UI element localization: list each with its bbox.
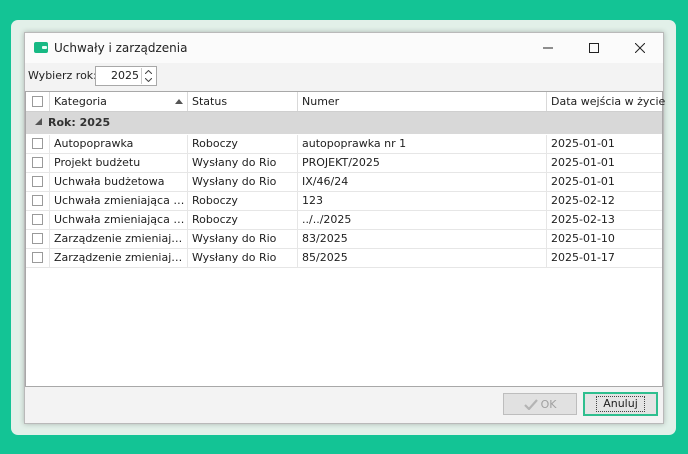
column-header-data[interactable]: Data wejścia w życie <box>547 92 666 111</box>
checkmark-icon <box>523 398 538 410</box>
row-checkbox[interactable] <box>32 252 43 263</box>
cell-numer: autopoprawka nr 1 <box>298 135 547 154</box>
column-header-kategoria[interactable]: Kategoria <box>50 92 188 111</box>
cell-select <box>26 173 50 192</box>
cell-numer: IX/46/24 <box>298 173 547 192</box>
cell-numer: 85/2025 <box>298 249 547 268</box>
documents-grid: Kategoria Status Numer Data wejścia w ży… <box>25 91 666 387</box>
cell-numer: PROJEKT/2025 <box>298 154 547 173</box>
table-row[interactable]: Uchwała zmieniająca budżetRoboczy../../2… <box>26 211 662 230</box>
select-all-cell <box>26 92 50 111</box>
cell-status: Wysłany do Rio <box>188 249 298 268</box>
chevron-down-icon <box>145 78 152 82</box>
select-all-checkbox[interactable] <box>32 96 43 107</box>
cell-status: Wysłany do Rio <box>188 230 298 249</box>
cell-status: Wysłany do Rio <box>188 154 298 173</box>
cell-select <box>26 192 50 211</box>
column-header-status[interactable]: Status <box>188 92 298 111</box>
cell-kategoria: Autopoprawka <box>50 135 188 154</box>
close-button[interactable] <box>617 33 663 63</box>
cell-status: Roboczy <box>188 135 298 154</box>
ok-button[interactable]: OK <box>503 393 577 415</box>
title-bar: Uchwały i zarządzenia <box>25 33 663 63</box>
column-label-status: Status <box>192 95 228 108</box>
column-header-numer[interactable]: Numer <box>298 92 547 111</box>
spinner-buttons <box>141 68 155 84</box>
cell-data: 2025-01-10 <box>551 232 615 245</box>
cell-select <box>26 154 50 173</box>
column-label-kategoria: Kategoria <box>54 95 107 108</box>
cell-status: Roboczy <box>188 211 298 230</box>
table-row[interactable]: Projekt budżetu Wysłany do Rio PROJEKT/202… <box>26 154 662 173</box>
group-label: Rok: 2025 <box>48 116 111 129</box>
cell-data: 2025-02-12 <box>551 194 615 207</box>
cell-numer: 83/2025 <box>298 230 547 249</box>
cell-data: 2025-01-17 <box>551 251 615 264</box>
year-value[interactable]: 2025 <box>111 69 139 82</box>
cancel-button[interactable]: Anuluj <box>583 392 658 416</box>
cell-kategoria: Zarządzenie zmieniające budżet <box>50 230 188 249</box>
column-label-numer: Numer <box>302 95 340 108</box>
cell-data: 2025-01-01 <box>551 175 615 188</box>
cell-kategoria: Zarządzenie zmieniające budżet <box>50 249 188 268</box>
cell-numer: 123 <box>298 192 547 211</box>
app-icon <box>34 42 48 53</box>
year-spinner[interactable]: 2025 <box>95 66 157 86</box>
cell-kategoria: Uchwała zmieniająca budżet <box>50 192 188 211</box>
collapse-triangle-icon[interactable] <box>35 118 42 125</box>
cell-kategoria: Uchwała budżetowa <box>50 173 188 192</box>
group-row-year[interactable]: Rok: 2025 <box>26 112 662 134</box>
minimize-icon <box>543 47 553 49</box>
chevron-up-icon <box>145 70 152 74</box>
row-checkbox[interactable] <box>32 214 43 225</box>
grid-header: Kategoria Status Numer Data wejścia w ży… <box>26 92 666 112</box>
dialog-window: Uchwały i zarządzenia Wybierz rok: 2025 <box>24 32 666 424</box>
table-row[interactable]: Uchwała budżetowa Wysłany do Rio IX/46/24 2… <box>26 173 662 192</box>
cell-status: Wysłany do Rio <box>188 173 298 192</box>
year-label: Wybierz rok: <box>28 69 97 82</box>
cell-select <box>26 211 50 230</box>
cell-select <box>26 135 50 154</box>
window-title: Uchwały i zarządzenia <box>54 41 188 55</box>
table-row[interactable]: Autopoprawka Roboczy autopoprawka nr 1 2025… <box>26 135 662 154</box>
cell-data: 2025-01-01 <box>551 156 615 169</box>
cell-status: Roboczy <box>188 192 298 211</box>
row-checkbox[interactable] <box>32 195 43 206</box>
row-checkbox[interactable] <box>32 176 43 187</box>
table-row[interactable]: Zarządzenie zmieniające budżetWysłany do… <box>26 249 662 268</box>
year-decrement-button[interactable] <box>142 76 155 84</box>
minimize-button[interactable] <box>525 33 571 63</box>
ok-label: OK <box>540 397 557 411</box>
cell-select <box>26 230 50 249</box>
cell-data: 2025-01-01 <box>551 137 615 150</box>
close-icon <box>635 43 645 53</box>
cancel-label: Anuluj <box>596 396 645 412</box>
row-checkbox[interactable] <box>32 138 43 149</box>
cell-numer: ../../2025 <box>298 211 547 230</box>
year-increment-button[interactable] <box>142 68 155 76</box>
maximize-icon <box>589 43 599 53</box>
dialog-footer: OK Anuluj <box>25 386 663 423</box>
column-label-data: Data wejścia w życie <box>551 95 666 108</box>
table-row[interactable]: Zarządzenie zmieniające budżetWysłany do… <box>26 230 662 249</box>
row-checkbox[interactable] <box>32 233 43 244</box>
sort-ascending-icon <box>175 99 183 104</box>
cell-kategoria: Uchwała zmieniająca budżet <box>50 211 188 230</box>
cell-data: 2025-02-13 <box>551 213 615 226</box>
maximize-button[interactable] <box>571 33 617 63</box>
table-row[interactable]: Uchwała zmieniająca budżetRoboczy123 2025… <box>26 192 662 211</box>
year-toolbar: Wybierz rok: 2025 <box>25 64 663 90</box>
row-checkbox[interactable] <box>32 157 43 168</box>
cell-kategoria: Projekt budżetu <box>50 154 188 173</box>
cell-select <box>26 249 50 268</box>
